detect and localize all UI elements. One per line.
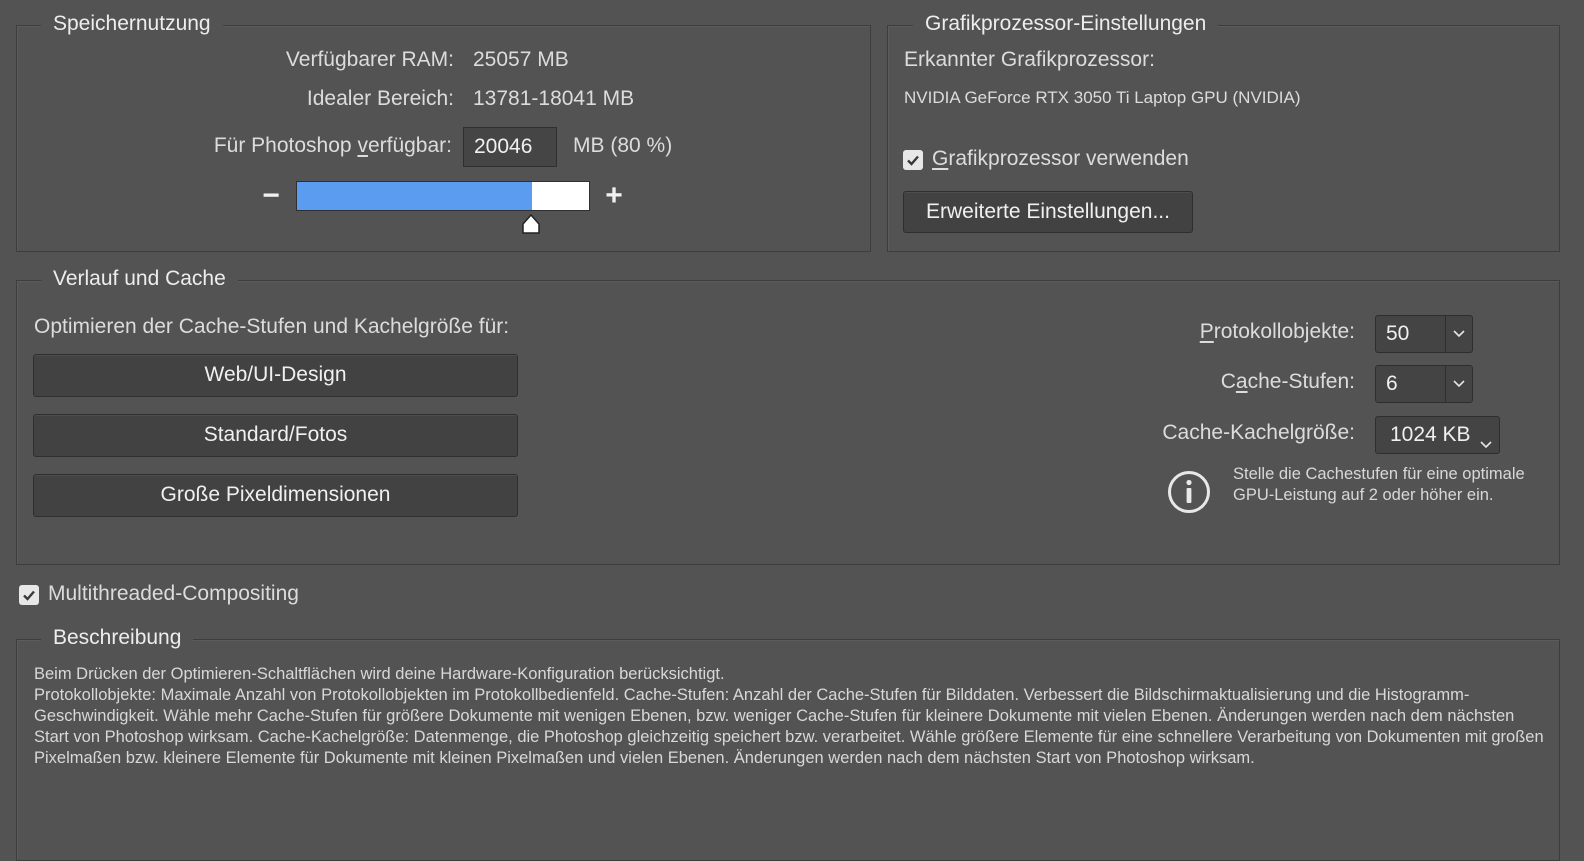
- chevron-down-icon[interactable]: [1445, 316, 1472, 352]
- use-gpu-label-accel: G: [932, 147, 949, 170]
- web-ui-design-button[interactable]: Web/UI-Design: [33, 354, 518, 397]
- detected-gpu-label: Erkannter Grafikprozessor:: [904, 48, 1155, 71]
- optimize-label: Optimieren der Cache-Stufen und Kachelgr…: [34, 315, 510, 338]
- chevron-down-icon[interactable]: [1480, 431, 1492, 455]
- use-gpu-label-rest: rafikprozessor verwenden: [948, 147, 1189, 170]
- cache-levels-label-post: che-Stufen:: [1247, 370, 1355, 393]
- cache-tile-size-value[interactable]: 1024 KB: [1390, 417, 1471, 453]
- history-states-label: Protokollobjekte:: [1200, 319, 1355, 345]
- multithreaded-compositing-label[interactable]: Multithreaded-Compositing: [48, 581, 299, 607]
- cache-tile-size-label: Cache-Kachelgröße:: [1162, 421, 1355, 444]
- info-icon: [1166, 469, 1212, 515]
- standard-photos-button[interactable]: Standard/Fotos: [33, 414, 518, 457]
- gpu-settings-legend: Grafikprozessor-Einstellungen: [913, 11, 1219, 37]
- checkmark-icon: [907, 155, 919, 166]
- ram-slider[interactable]: [296, 181, 590, 211]
- cache-levels-label-accel: a: [1235, 370, 1248, 393]
- gpu-cache-info-text: Stelle die Cachestufen für eine optimale…: [1233, 465, 1525, 504]
- advanced-settings-button[interactable]: Erweiterte Einstellungen...: [903, 191, 1193, 233]
- cache-levels-value[interactable]: 6: [1386, 366, 1398, 402]
- use-gpu-checkbox[interactable]: [903, 150, 923, 170]
- cache-levels-label-pre: C: [1220, 370, 1236, 393]
- use-gpu-label[interactable]: Grafikprozessor verwenden: [932, 146, 1189, 172]
- photoshop-ram-input[interactable]: 20046: [463, 127, 557, 167]
- available-ram-value: 25057 MB: [473, 48, 569, 71]
- description-text: Beim Drücken der Optimieren-Schaltfläche…: [34, 664, 1544, 769]
- photoshop-available-label: Für Photoshop verfügbar:: [214, 133, 452, 159]
- photoshop-available-label-pre: Für Photoshop: [213, 134, 358, 157]
- cache-levels-combo[interactable]: 6: [1375, 365, 1473, 403]
- ram-slider-fill: [297, 182, 532, 210]
- photoshop-available-label-post: erfügbar:: [367, 134, 452, 157]
- description-legend: Beschreibung: [41, 625, 194, 651]
- checkmark-icon: [23, 590, 35, 601]
- available-ram-label: Verfügbarer RAM:: [285, 48, 454, 71]
- detected-gpu-value: NVIDIA GeForce RTX 3050 Ti Laptop GPU (N…: [904, 88, 1301, 107]
- cache-levels-label: Cache-Stufen:: [1221, 369, 1355, 395]
- cache-tile-size-select[interactable]: 1024 KB: [1375, 416, 1500, 454]
- description-line-2: Protokollobjekte: Maximale Anzahl von Pr…: [34, 686, 1544, 767]
- chevron-down-icon[interactable]: [1445, 366, 1472, 402]
- photoshop-ram-unit: MB (80 %): [573, 134, 673, 157]
- slider-thumb-icon[interactable]: [520, 213, 542, 235]
- multithreaded-compositing-checkbox[interactable]: [19, 585, 39, 605]
- history-states-value[interactable]: 50: [1386, 316, 1409, 352]
- minus-icon[interactable]: −: [258, 181, 284, 211]
- history-states-label-rest: rotokollobjekte:: [1213, 320, 1355, 343]
- history-cache-legend: Verlauf und Cache: [41, 266, 238, 292]
- ideal-range-label: Idealer Bereich:: [306, 87, 454, 110]
- memory-usage-legend: Speichernutzung: [41, 11, 223, 37]
- large-pixel-dimensions-button[interactable]: Große Pixeldimensionen: [33, 474, 518, 517]
- description-line-1: Beim Drücken der Optimieren-Schaltfläche…: [34, 665, 725, 683]
- history-states-label-accel: P: [1199, 320, 1214, 343]
- photoshop-available-label-accel: v: [357, 134, 368, 157]
- ideal-range-value: 13781-18041 MB: [473, 87, 635, 110]
- plus-icon[interactable]: +: [601, 181, 627, 211]
- history-states-combo[interactable]: 50: [1375, 315, 1473, 353]
